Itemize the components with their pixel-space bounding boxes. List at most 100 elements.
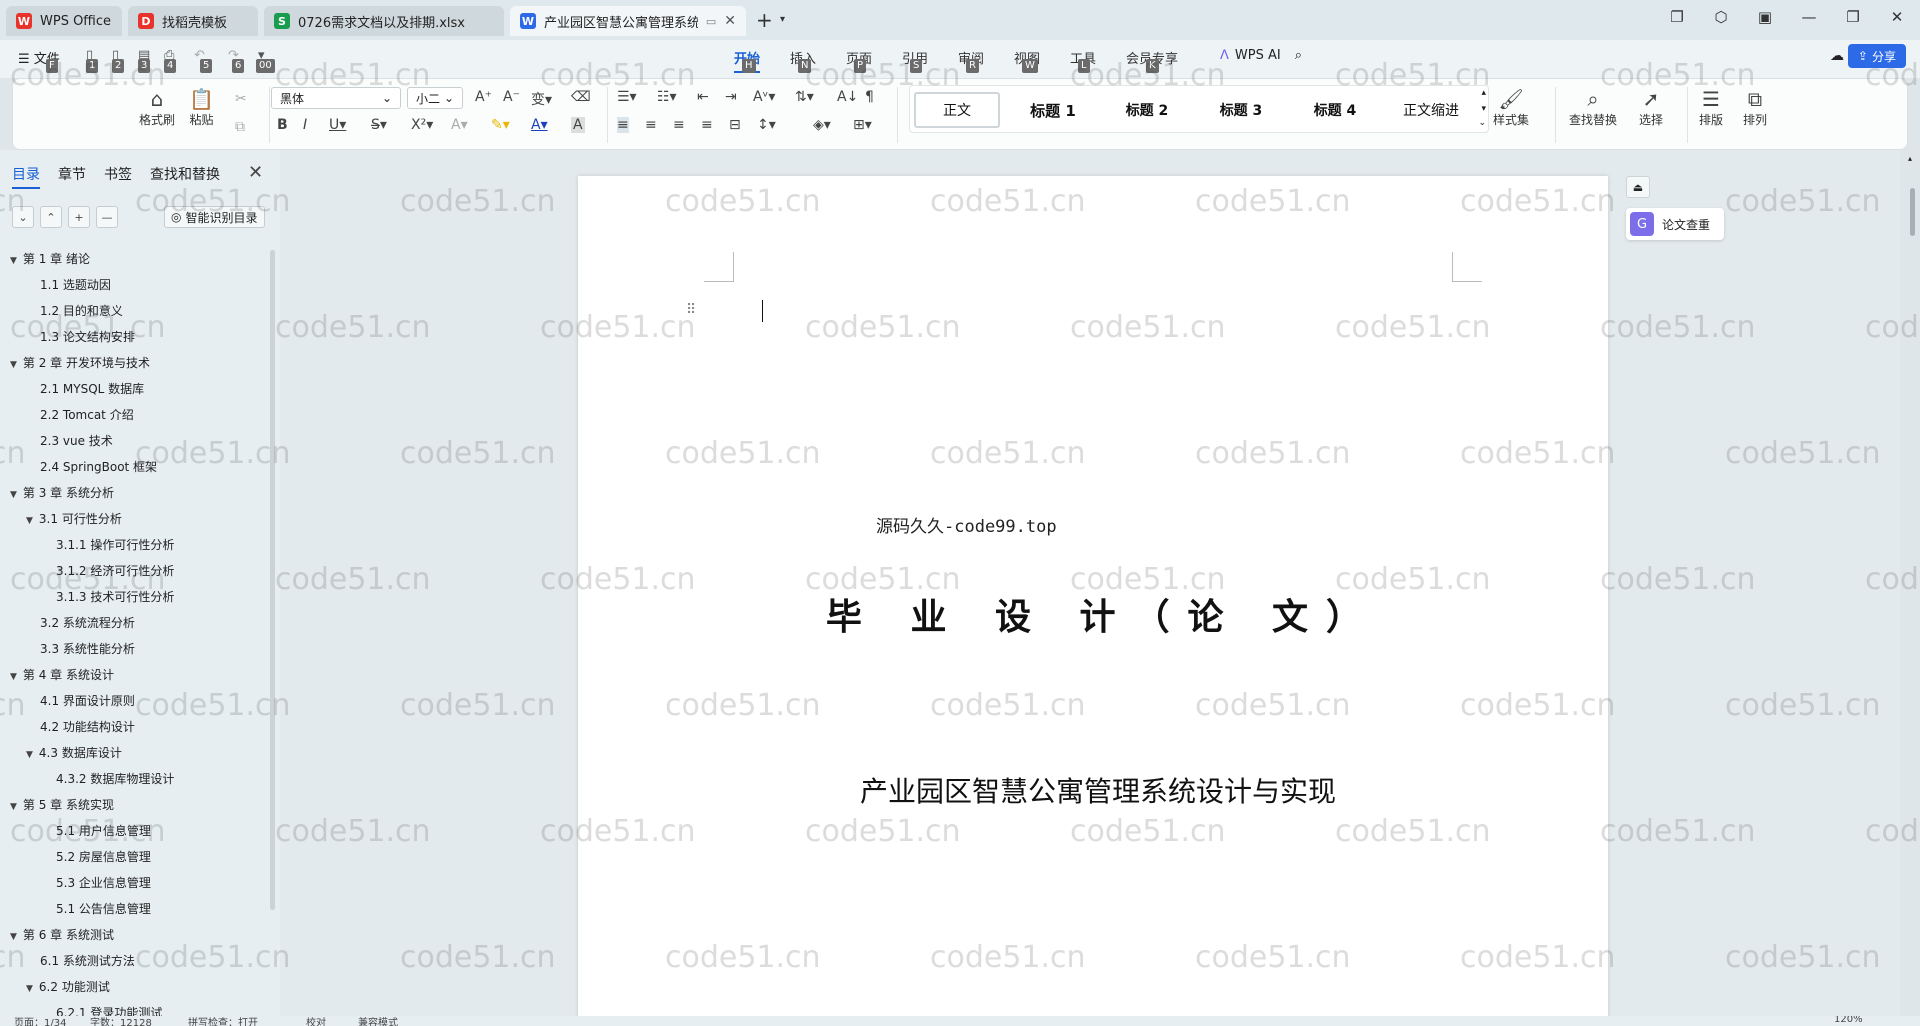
font-color-icon[interactable]: A▾ xyxy=(531,117,548,133)
toc-item[interactable]: ▼ 第 6 章 系统测试 xyxy=(10,926,114,943)
style-heading-1[interactable]: 标题 1 xyxy=(1010,92,1096,128)
style-normal[interactable]: 正文 xyxy=(914,92,1000,128)
style-heading-4[interactable]: 标题 4 xyxy=(1292,92,1378,128)
borders-icon[interactable]: ⊞▾ xyxy=(853,117,872,133)
page-count[interactable]: 页面：1/34 xyxy=(14,1016,66,1026)
decrease-indent-icon[interactable]: ⇤ xyxy=(697,89,709,105)
toc-item[interactable]: 3.2 系统流程分析 xyxy=(40,614,135,631)
wps-ai-button[interactable]: ᐱ WPS AI ⌕ xyxy=(1220,48,1302,63)
collapse-all-button[interactable]: ⌄ xyxy=(12,206,34,228)
superscript-icon[interactable]: X²▾ xyxy=(411,117,433,133)
text-direction-icon[interactable]: Aᵛ▾ xyxy=(753,89,775,105)
bullet-list-icon[interactable]: ☰▾ xyxy=(617,89,637,105)
toc-item[interactable]: ▼ 第 3 章 系统分析 xyxy=(10,484,114,501)
nav-tab-find-replace[interactable]: 查找和替换 xyxy=(150,164,220,189)
plagiarism-check-button[interactable]: G 论文查重 xyxy=(1626,208,1725,240)
grow-font-icon[interactable]: A⁺ xyxy=(475,89,492,105)
toc-item[interactable]: ▼ 第 5 章 系统实现 xyxy=(10,796,114,813)
toc-item[interactable]: 3.3 系统性能分析 xyxy=(40,640,135,657)
toc-item[interactable]: 2.3 vue 技术 xyxy=(40,432,113,449)
toc-item[interactable]: ▼ 3.1 可行性分析 xyxy=(26,510,122,527)
expand-gallery-icon[interactable]: ⌄ xyxy=(1478,118,1486,128)
underline-icon[interactable]: U▾ xyxy=(329,117,346,133)
caret-down-icon[interactable]: ▼ xyxy=(10,490,17,500)
chevron-down-icon[interactable]: ▾ xyxy=(780,14,785,25)
scissors-icon[interactable]: ✂ xyxy=(235,91,247,107)
caret-down-icon[interactable]: ▼ xyxy=(26,984,33,994)
chevron-up-icon[interactable]: ▴ xyxy=(1481,88,1486,98)
nav-tab-bookmarks[interactable]: 书签 xyxy=(104,164,132,189)
style-heading-2[interactable]: 标题 2 xyxy=(1104,92,1190,128)
share-button[interactable]: ⇪ 分享 xyxy=(1847,44,1906,68)
paste-button[interactable]: 📋 粘贴 xyxy=(189,87,214,128)
chevron-down-icon[interactable]: ▾ xyxy=(1481,104,1486,114)
caret-down-icon[interactable]: ▼ xyxy=(10,932,17,942)
find-replace-button[interactable]: ⌕ 查找替换 xyxy=(1569,87,1617,128)
toc-item[interactable]: 2.1 MYSQL 数据库 xyxy=(40,380,144,397)
align-center-icon[interactable]: ≡ xyxy=(645,117,657,133)
minimize-icon[interactable]: — xyxy=(1800,8,1818,26)
toc-item[interactable]: 5.1 用户信息管理 xyxy=(56,822,151,839)
word-count[interactable]: 字数：12128 xyxy=(90,1016,152,1026)
restore-icon[interactable]: ❐ xyxy=(1844,8,1862,26)
remove-heading-button[interactable]: — xyxy=(96,206,118,228)
strikethrough-icon[interactable]: S̶▾ xyxy=(371,117,387,133)
toc-item[interactable]: 1.1 选题动因 xyxy=(40,276,111,293)
close-icon[interactable]: ✕ xyxy=(248,162,263,183)
numbered-list-icon[interactable]: ☷▾ xyxy=(657,89,677,105)
toc-item[interactable]: ▼ 4.3 数据库设计 xyxy=(26,744,122,761)
caret-down-icon[interactable]: ▼ xyxy=(26,750,33,760)
tab-wps-office[interactable]: W WPS Office xyxy=(6,6,122,36)
sort-icon[interactable]: ⇅▾ xyxy=(795,89,814,105)
style-set-button[interactable]: 🖌 样式集 xyxy=(1493,87,1529,128)
document-page[interactable]: ⠿ 源码久久-code99.top 毕 业 设 计（论 文） 产业园区智慧公寓管… xyxy=(578,176,1608,1016)
style-heading-3[interactable]: 标题 3 xyxy=(1198,92,1284,128)
nav-tab-toc[interactable]: 目录 xyxy=(12,164,40,189)
az-sort-icon[interactable]: A↓ xyxy=(837,89,858,105)
format-painter-button[interactable]: ⌂ 格式刷 xyxy=(139,87,175,128)
layout-button[interactable]: ☰ 排版 xyxy=(1699,87,1723,128)
copy-icon[interactable]: ⧉ xyxy=(235,119,245,135)
toc-item[interactable]: 3.1.2 经济可行性分析 xyxy=(56,562,174,579)
toc-item[interactable]: 4.2 功能结构设计 xyxy=(40,718,135,735)
caret-down-icon[interactable]: ▼ xyxy=(10,672,17,682)
nav-tab-sections[interactable]: 章节 xyxy=(58,164,86,189)
caret-down-icon[interactable]: ▼ xyxy=(26,516,33,526)
toc-item[interactable]: 5.3 企业信息管理 xyxy=(56,874,151,891)
zoom-level[interactable]: 120% xyxy=(1834,1016,1863,1025)
style-body-indent[interactable]: 正文缩进 xyxy=(1386,92,1476,128)
cube-icon[interactable]: ⬡ xyxy=(1712,8,1730,26)
font-family-select[interactable]: 黑体 ⌄ xyxy=(271,87,401,109)
new-tab-icon[interactable]: + xyxy=(756,8,773,32)
proofread[interactable]: 校对 xyxy=(306,1016,326,1026)
justify-icon[interactable]: ≡ xyxy=(701,117,713,133)
layout-icon[interactable]: ❐ xyxy=(1668,8,1686,26)
tab-document-active[interactable]: W 产业园区智慧公寓管理系统论 ▭ ✕ xyxy=(510,6,746,36)
cloud-sync-icon[interactable]: ☁ xyxy=(1830,48,1844,64)
toc-item[interactable]: ▼ 第 2 章 开发环境与技术 xyxy=(10,354,150,371)
caret-down-icon[interactable]: ▼ xyxy=(10,256,17,266)
toc-item[interactable]: ▼ 6.2 功能测试 xyxy=(26,978,110,995)
toc-item[interactable]: 4.3.2 数据库物理设计 xyxy=(56,770,174,787)
scroll-up-icon[interactable]: ▴ xyxy=(1908,154,1912,163)
add-heading-button[interactable]: + xyxy=(68,206,90,228)
toc-item[interactable]: 5.1 公告信息管理 xyxy=(56,900,151,917)
align-right-icon[interactable]: ≡ xyxy=(673,117,685,133)
line-spacing-icon[interactable]: ↕▾ xyxy=(757,117,776,133)
font-size-select[interactable]: 小二 ⌄ xyxy=(407,87,463,109)
avatar[interactable]: ▣ xyxy=(1756,8,1774,26)
collapse-panel-button[interactable]: ⏏ xyxy=(1626,176,1650,198)
toc-item[interactable]: 1.3 论文结构安排 xyxy=(40,328,135,345)
toc-item[interactable]: ▼ 第 4 章 系统设计 xyxy=(10,666,114,683)
clear-format-icon[interactable]: ⌫ xyxy=(571,89,591,105)
phonetic-icon[interactable]: 变▾ xyxy=(531,89,552,109)
toc-item[interactable]: 5.2 房屋信息管理 xyxy=(56,848,151,865)
shrink-font-icon[interactable]: A⁻ xyxy=(503,89,520,105)
nav-scrollbar[interactable] xyxy=(270,250,275,910)
char-shading-icon[interactable]: A xyxy=(571,117,585,133)
toc-item[interactable]: 1.2 目的和意义 xyxy=(40,302,123,319)
shading-icon[interactable]: ◈▾ xyxy=(813,117,831,133)
toc-item[interactable]: 3.1.1 操作可行性分析 xyxy=(56,536,174,553)
caret-down-icon[interactable]: ▼ xyxy=(10,360,17,370)
drag-handle-icon[interactable]: ⠿ xyxy=(686,302,696,318)
